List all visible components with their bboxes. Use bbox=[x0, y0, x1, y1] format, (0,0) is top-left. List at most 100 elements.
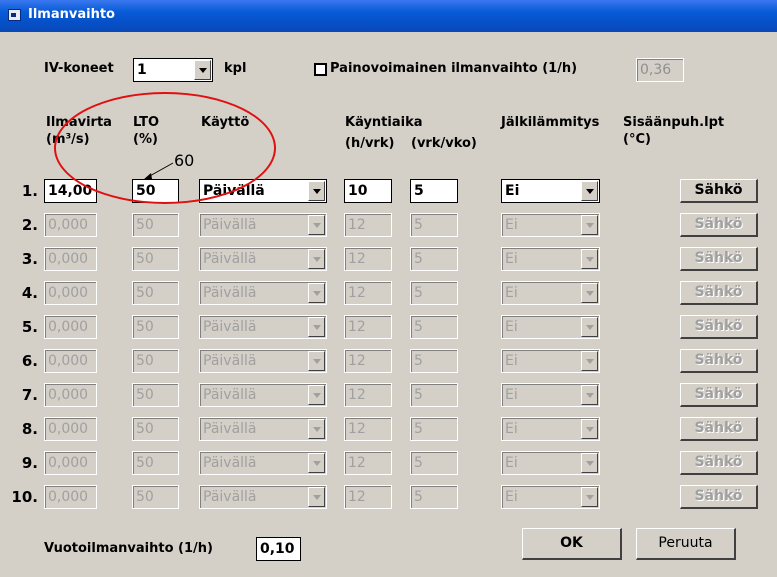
lto-field[interactable]: 50 bbox=[132, 417, 179, 441]
days-field[interactable]: 5 bbox=[410, 179, 458, 203]
chevron-down-icon[interactable] bbox=[308, 181, 325, 201]
lto-field[interactable]: 50 bbox=[132, 451, 179, 475]
electric-button[interactable]: Sähkö bbox=[680, 349, 758, 373]
chevron-down-icon[interactable] bbox=[308, 215, 325, 235]
reheat-select[interactable]: Ei bbox=[501, 213, 600, 237]
reheat-select[interactable]: Ei bbox=[501, 349, 600, 373]
lto-field[interactable]: 50 bbox=[132, 281, 179, 305]
electric-button[interactable]: Sähkö bbox=[680, 451, 758, 475]
electric-button[interactable]: Sähkö bbox=[680, 315, 758, 339]
usage-select[interactable]: Päivällä bbox=[199, 281, 327, 305]
airflow-field[interactable]: 0,000 bbox=[44, 485, 97, 509]
usage-select[interactable]: Päivällä bbox=[199, 417, 327, 441]
chevron-down-icon[interactable] bbox=[308, 351, 325, 371]
machines-unit: kpl bbox=[224, 61, 247, 76]
lto-field[interactable]: 50 bbox=[132, 485, 179, 509]
airflow-field[interactable]: 0,000 bbox=[44, 213, 97, 237]
chevron-down-icon[interactable] bbox=[581, 215, 598, 235]
electric-button[interactable]: Sähkö bbox=[680, 213, 758, 237]
hours-field[interactable]: 12 bbox=[344, 213, 392, 237]
usage-select[interactable]: Päivällä bbox=[199, 349, 327, 373]
chevron-down-icon[interactable] bbox=[581, 249, 598, 269]
usage-select[interactable]: Päivällä bbox=[199, 315, 327, 339]
electric-button[interactable]: Sähkö bbox=[680, 179, 758, 203]
airflow-field[interactable]: 0,000 bbox=[44, 281, 97, 305]
usage-select[interactable]: Päivällä bbox=[199, 485, 327, 509]
hours-field[interactable]: 12 bbox=[344, 451, 392, 475]
usage-select[interactable]: Päivällä bbox=[199, 247, 327, 271]
days-field[interactable]: 5 bbox=[410, 451, 458, 475]
hours-field[interactable]: 12 bbox=[344, 247, 392, 271]
reheat-select[interactable]: Ei bbox=[501, 485, 600, 509]
chevron-down-icon[interactable] bbox=[308, 453, 325, 473]
chevron-down-icon[interactable] bbox=[308, 385, 325, 405]
hours-field[interactable]: 12 bbox=[344, 383, 392, 407]
reheat-select[interactable]: Ei bbox=[501, 315, 600, 339]
usage-select-value: Päivällä bbox=[203, 353, 257, 369]
days-field[interactable]: 5 bbox=[410, 383, 458, 407]
reheat-select[interactable]: Ei bbox=[501, 451, 600, 475]
gravity-label: Painovoimainen ilmanvaihto (1/h) bbox=[330, 61, 578, 76]
chevron-down-icon[interactable] bbox=[308, 317, 325, 337]
days-field[interactable]: 5 bbox=[410, 281, 458, 305]
electric-button[interactable]: Sähkö bbox=[680, 383, 758, 407]
electric-button[interactable]: Sähkö bbox=[680, 485, 758, 509]
days-field[interactable]: 5 bbox=[410, 349, 458, 373]
chevron-down-icon[interactable] bbox=[581, 283, 598, 303]
reheat-select[interactable]: Ei bbox=[501, 417, 600, 441]
ok-button[interactable]: OK bbox=[522, 528, 622, 560]
usage-select[interactable]: Päivällä bbox=[199, 383, 327, 407]
usage-select-value: Päivällä bbox=[203, 251, 257, 267]
chevron-down-icon[interactable] bbox=[581, 317, 598, 337]
days-field[interactable]: 5 bbox=[410, 485, 458, 509]
chevron-down-icon[interactable] bbox=[308, 249, 325, 269]
reheat-select[interactable]: Ei bbox=[501, 247, 600, 271]
airflow-field[interactable]: 0,000 bbox=[44, 417, 97, 441]
hours-field[interactable]: 12 bbox=[344, 417, 392, 441]
lto-field[interactable]: 50 bbox=[132, 349, 179, 373]
lto-field[interactable]: 50 bbox=[132, 213, 179, 237]
days-field[interactable]: 5 bbox=[410, 315, 458, 339]
usage-select[interactable]: Päivällä bbox=[199, 451, 327, 475]
usage-select[interactable]: Päivällä bbox=[199, 213, 327, 237]
electric-button[interactable]: Sähkö bbox=[680, 281, 758, 305]
days-field[interactable]: 5 bbox=[410, 417, 458, 441]
machines-select[interactable]: 1 bbox=[133, 58, 213, 82]
lto-field[interactable]: 50 bbox=[132, 247, 179, 271]
electric-button[interactable]: Sähkö bbox=[680, 417, 758, 441]
leakage-field[interactable]: 0,10 bbox=[256, 537, 301, 561]
airflow-field[interactable]: 0,000 bbox=[44, 383, 97, 407]
chevron-down-icon[interactable] bbox=[581, 351, 598, 371]
chevron-down-icon[interactable] bbox=[581, 487, 598, 507]
chevron-down-icon[interactable] bbox=[581, 419, 598, 439]
days-field[interactable]: 5 bbox=[410, 247, 458, 271]
chevron-down-icon[interactable] bbox=[308, 487, 325, 507]
chevron-down-icon[interactable] bbox=[308, 283, 325, 303]
hours-field[interactable]: 12 bbox=[344, 281, 392, 305]
hours-field[interactable]: 10 bbox=[344, 179, 392, 203]
chevron-down-icon[interactable] bbox=[581, 181, 598, 201]
row-number: 6. bbox=[21, 352, 38, 370]
airflow-field[interactable]: 0,000 bbox=[44, 349, 97, 373]
airflow-field[interactable]: 0,000 bbox=[44, 315, 97, 339]
electric-button[interactable]: Sähkö bbox=[680, 247, 758, 271]
lto-field[interactable]: 50 bbox=[132, 383, 179, 407]
cancel-button[interactable]: Peruuta bbox=[636, 528, 736, 560]
row-number: 1. bbox=[21, 182, 38, 200]
reheat-select[interactable]: Ei bbox=[501, 281, 600, 305]
days-field[interactable]: 5 bbox=[410, 213, 458, 237]
hours-field[interactable]: 12 bbox=[344, 315, 392, 339]
reheat-select[interactable]: Ei bbox=[501, 179, 600, 203]
airflow-field[interactable]: 0,000 bbox=[44, 247, 97, 271]
chevron-down-icon[interactable] bbox=[581, 453, 598, 473]
airflow-field[interactable]: 0,000 bbox=[44, 451, 97, 475]
title-bar: Ilmanvaihto bbox=[0, 0, 777, 32]
chevron-down-icon[interactable] bbox=[581, 385, 598, 405]
chevron-down-icon[interactable] bbox=[308, 419, 325, 439]
hours-field[interactable]: 12 bbox=[344, 485, 392, 509]
gravity-checkbox[interactable] bbox=[314, 63, 327, 76]
hours-field[interactable]: 12 bbox=[344, 349, 392, 373]
reheat-select[interactable]: Ei bbox=[501, 383, 600, 407]
lto-field[interactable]: 50 bbox=[132, 315, 179, 339]
chevron-down-icon[interactable] bbox=[194, 60, 211, 80]
